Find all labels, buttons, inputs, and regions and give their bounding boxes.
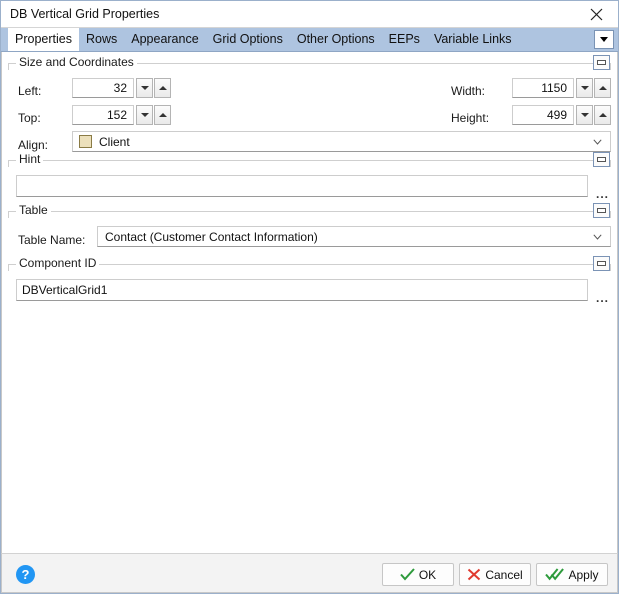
group-corner-left: [8, 264, 9, 271]
group-header: Component ID: [8, 256, 611, 272]
close-icon: [467, 568, 481, 581]
tab-other-options[interactable]: Other Options: [290, 28, 382, 51]
minus-icon: [597, 208, 606, 213]
height-label: Height:: [451, 111, 490, 125]
apply-button[interactable]: Apply: [536, 563, 608, 586]
group-header: Size and Coordinates: [8, 55, 611, 71]
collapse-button-component-id[interactable]: [593, 256, 610, 271]
height-value: 499: [546, 108, 567, 122]
width-field[interactable]: 1150: [512, 78, 574, 98]
group-caption: Hint: [16, 152, 44, 166]
component-id-ellipsis-button[interactable]: ...: [596, 292, 609, 304]
ok-button[interactable]: OK: [382, 563, 454, 586]
group-corner-right: [610, 211, 611, 218]
properties-page: Size and Coordinates Left: 32 Top: 152 W…: [1, 52, 618, 553]
minus-icon: [597, 261, 606, 266]
width-spinner-down[interactable]: [576, 78, 593, 98]
dialog-footer: ? OK Cancel Apply: [1, 553, 618, 593]
hint-input[interactable]: [16, 175, 588, 197]
group-corner-right: [610, 63, 611, 70]
group-component-id: Component ID DBVerticalGrid1 ...: [8, 256, 611, 304]
collapse-button-table[interactable]: [593, 203, 610, 218]
minus-icon: [597, 157, 606, 162]
table-name-combobox[interactable]: Contact (Customer Contact Information): [97, 226, 611, 247]
group-header: Hint: [8, 152, 611, 168]
group-corner-left: [8, 211, 9, 218]
tab-overflow-button[interactable]: [594, 30, 614, 49]
group-caption: Component ID: [16, 256, 100, 270]
group-header: Table: [8, 203, 611, 219]
height-spinner-up[interactable]: [594, 105, 611, 125]
group-caption: Size and Coordinates: [16, 55, 137, 69]
group-hint: Hint ...: [8, 152, 611, 200]
group-table: Table Table Name: Contact (Customer Cont…: [8, 203, 611, 251]
ok-button-label: OK: [418, 567, 437, 582]
left-field[interactable]: 32: [72, 78, 134, 98]
align-color-swatch: [79, 135, 92, 148]
triangle-up-icon: [158, 86, 167, 90]
group-divider: [8, 160, 611, 161]
title-bar: DB Vertical Grid Properties: [1, 1, 618, 28]
left-label: Left:: [18, 84, 42, 98]
group-corner-right: [610, 160, 611, 167]
cancel-button[interactable]: Cancel: [459, 563, 531, 586]
tab-eeps[interactable]: EEPs: [382, 28, 427, 51]
height-spinner-down[interactable]: [576, 105, 593, 125]
top-value: 152: [106, 108, 127, 122]
apply-button-label: Apply: [568, 567, 599, 582]
table-name-label: Table Name:: [18, 233, 86, 247]
collapse-button-size-and-coordinates[interactable]: [593, 55, 610, 70]
cancel-button-label: Cancel: [485, 567, 523, 582]
window-title: DB Vertical Grid Properties: [10, 7, 160, 21]
tab-grid-options[interactable]: Grid Options: [206, 28, 290, 51]
triangle-up-icon: [598, 113, 607, 117]
triangle-up-icon: [158, 113, 167, 117]
left-value: 32: [113, 81, 127, 95]
left-spinner-up[interactable]: [154, 78, 171, 98]
triangle-down-icon: [140, 113, 149, 117]
chevron-down-icon: [600, 37, 608, 42]
top-field[interactable]: 152: [72, 105, 134, 125]
top-spinner-up[interactable]: [154, 105, 171, 125]
triangle-up-icon: [598, 86, 607, 90]
table-name-value: Contact (Customer Contact Information): [105, 229, 318, 244]
align-value: Client: [99, 134, 130, 149]
check-icon: [400, 568, 415, 581]
group-divider: [8, 211, 611, 212]
close-icon[interactable]: [574, 1, 618, 27]
align-combobox[interactable]: Client: [72, 131, 611, 152]
left-spinner-down[interactable]: [136, 78, 153, 98]
height-field[interactable]: 499: [512, 105, 574, 125]
width-value: 1150: [541, 81, 567, 95]
double-check-icon: [545, 568, 565, 581]
component-id-value: DBVerticalGrid1: [22, 283, 108, 297]
tab-bar: Properties Rows Appearance Grid Options …: [1, 28, 618, 52]
minus-icon: [597, 60, 606, 65]
dialog-window: DB Vertical Grid Properties Properties R…: [0, 0, 619, 594]
tab-rows[interactable]: Rows: [79, 28, 124, 51]
hint-ellipsis-button[interactable]: ...: [596, 188, 609, 200]
chevron-down-icon: [593, 138, 602, 145]
width-label: Width:: [451, 84, 486, 98]
triangle-down-icon: [140, 86, 149, 90]
tab-appearance[interactable]: Appearance: [124, 28, 205, 51]
group-corner-left: [8, 160, 9, 167]
triangle-down-icon: [580, 113, 589, 117]
top-label: Top:: [18, 111, 41, 125]
group-caption: Table: [16, 203, 51, 217]
triangle-down-icon: [580, 86, 589, 90]
component-id-input[interactable]: DBVerticalGrid1: [16, 279, 588, 301]
chevron-down-icon: [593, 233, 602, 240]
width-spinner-up[interactable]: [594, 78, 611, 98]
align-label: Align:: [18, 138, 49, 152]
tab-properties[interactable]: Properties: [8, 28, 79, 51]
tab-variable-links[interactable]: Variable Links: [427, 28, 519, 51]
help-icon[interactable]: ?: [16, 565, 35, 584]
group-corner-left: [8, 63, 9, 70]
group-size-and-coordinates: Size and Coordinates Left: 32 Top: 152 W…: [8, 55, 611, 152]
group-corner-right: [610, 264, 611, 271]
collapse-button-hint[interactable]: [593, 152, 610, 167]
top-spinner-down[interactable]: [136, 105, 153, 125]
